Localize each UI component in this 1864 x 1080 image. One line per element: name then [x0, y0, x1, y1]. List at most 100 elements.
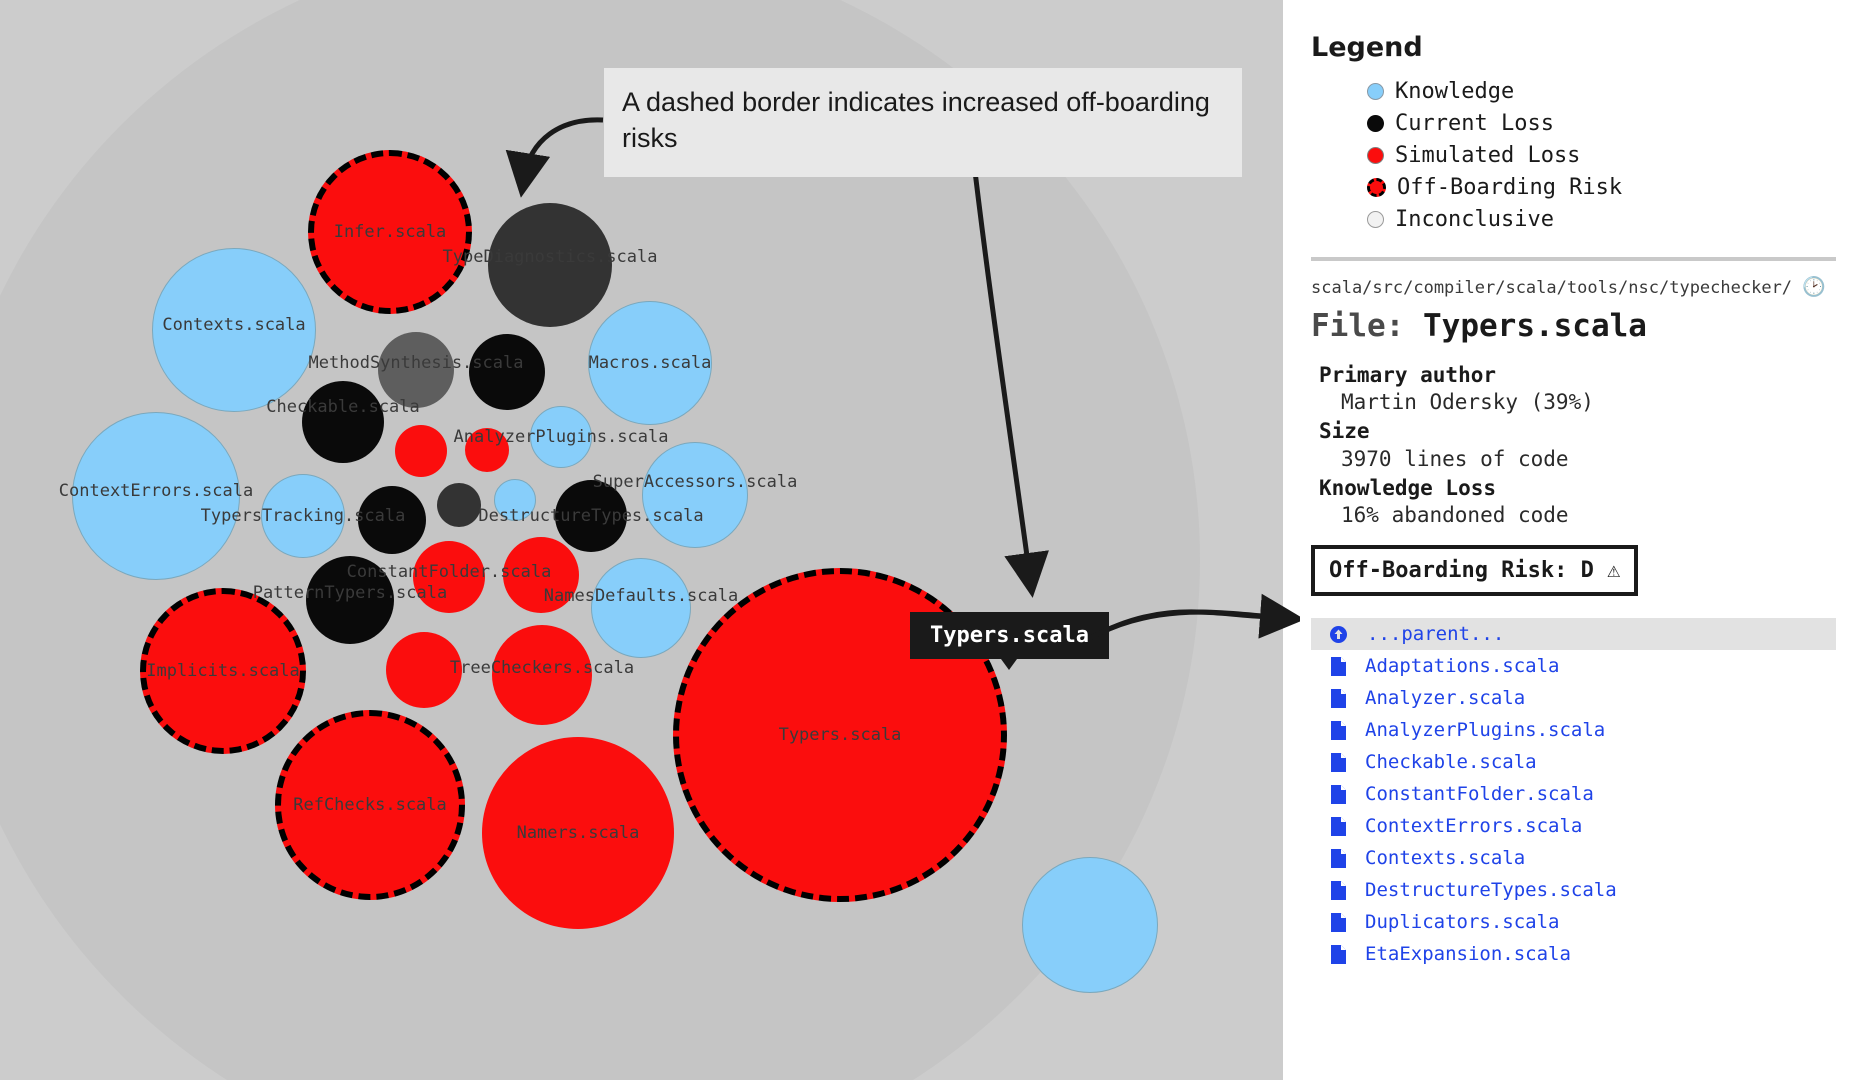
breadcrumb-path[interactable]: scala/src/compiler/scala/tools/nsc/typec… — [1311, 275, 1836, 300]
file-list-item-label: Contexts.scala — [1365, 847, 1526, 870]
file-list-item[interactable]: Contexts.scala — [1311, 842, 1836, 874]
bubble-unlabeled-27[interactable] — [1022, 857, 1158, 993]
bubble-treecheckers-scala[interactable] — [492, 625, 592, 725]
file-list-item[interactable]: Analyzer.scala — [1311, 682, 1836, 714]
risk-swatch-icon — [1367, 177, 1386, 197]
bubble-namers-scala[interactable] — [482, 737, 674, 929]
arrow-to-risk-box — [1091, 609, 1271, 640]
file-list-item[interactable]: Checkable.scala — [1311, 746, 1836, 778]
bubble-chart-canvas[interactable]: Infer.scala TypeDiagnostics.scala Contexts… — [0, 0, 1283, 1080]
bubble-contexts-scala[interactable] — [152, 248, 316, 412]
file-list-item[interactable]: AnalyzerPlugins.scala — [1311, 714, 1836, 746]
document-icon — [1325, 688, 1351, 708]
document-icon — [1325, 848, 1351, 868]
bubble-contexterrors-scala[interactable] — [72, 412, 240, 580]
app-root: Infer.scala TypeDiagnostics.scala Contexts… — [0, 0, 1864, 1080]
details-panel: Legend Knowledge Current Loss Simulated Lo… — [1283, 0, 1864, 1080]
legend-item-label: Inconclusive — [1395, 206, 1554, 232]
document-icon — [1325, 912, 1351, 932]
stat-value: Martin Odersky (39%) — [1341, 389, 1594, 414]
file-list-parent-row[interactable]: ...parent... — [1311, 618, 1836, 651]
stat-key: Size — [1319, 419, 1370, 444]
legend-item-label: Off-Boarding Risk — [1397, 174, 1623, 200]
file-list-parent-label: ...parent... — [1367, 623, 1505, 646]
file-list-item[interactable]: Adaptations.scala — [1311, 650, 1836, 682]
annotation-callout: A dashed border indicates increased off-… — [604, 68, 1242, 177]
file-list-item[interactable]: ConstantFolder.scala — [1311, 778, 1836, 810]
file-list-item-label: Adaptations.scala — [1365, 655, 1560, 678]
document-icon — [1325, 720, 1351, 740]
up-arrow-icon — [1325, 625, 1351, 643]
warning-icon: ⚠ — [1607, 558, 1621, 584]
bubble-implicits-scala[interactable] — [140, 588, 306, 754]
bubble-unlabeled-12[interactable] — [358, 486, 426, 554]
bubble-typediagnostics-scala[interactable] — [488, 203, 612, 327]
bubble-unlabeled-9[interactable] — [395, 425, 447, 477]
arrow-to-infer — [505, 117, 604, 198]
legend-list: Knowledge Current Loss Simulated Loss Off-B… — [1311, 75, 1836, 235]
legend-item-risk[interactable]: Off-Boarding Risk — [1367, 171, 1836, 203]
bubble-unlabeled-13[interactable] — [437, 483, 481, 527]
file-list-item-label: Checkable.scala — [1365, 751, 1537, 774]
file-name: Typers.scala — [1423, 307, 1647, 344]
file-list-item[interactable]: DestructureTypes.scala — [1311, 874, 1836, 906]
bubble-methodsynthesis-scala[interactable] — [378, 332, 454, 408]
sim-swatch-icon — [1367, 146, 1384, 164]
status-badge: Off-Boarding Risk: D ⚠ — [1311, 545, 1639, 597]
document-icon — [1325, 816, 1351, 836]
legend-item-label: Knowledge — [1395, 78, 1515, 104]
document-icon — [1325, 752, 1351, 772]
bubble-destructuretypes-scala[interactable] — [555, 480, 627, 552]
stat-key: Primary author — [1319, 362, 1497, 387]
stat-value: 16% abandoned code — [1341, 503, 1569, 528]
document-icon — [1325, 784, 1351, 804]
panel-divider — [1311, 257, 1836, 261]
arrow-to-typers-tooltip — [969, 145, 1049, 598]
inconclusive-swatch-icon — [1367, 210, 1384, 228]
bubble-unlabeled-10[interactable] — [465, 428, 509, 472]
bubble-unlabeled-22[interactable] — [386, 632, 462, 708]
risk-label: Off-Boarding Risk: D — [1329, 558, 1594, 584]
file-list-item-label: DestructureTypes.scala — [1365, 879, 1617, 902]
page-title: File: Typers.scala — [1311, 308, 1836, 344]
legend-item-label: Current Loss — [1395, 110, 1554, 136]
loss-swatch-icon — [1367, 114, 1384, 132]
file-list-item-label: ConstantFolder.scala — [1365, 783, 1594, 806]
file-list-item-label: Duplicators.scala — [1365, 911, 1560, 934]
bubble-tooltip: Typers.scala — [910, 612, 1109, 670]
document-icon — [1325, 880, 1351, 900]
bubble-patterntypers-scala[interactable] — [306, 556, 394, 644]
file-list-item[interactable]: EtaExpansion.scala — [1311, 938, 1836, 970]
file-stats: Primary author Martin Odersky (39%) Size 39… — [1311, 362, 1836, 530]
bubble-refchecks-scala[interactable] — [275, 710, 465, 900]
bubble-namesdefaults-scala[interactable] — [591, 558, 691, 658]
bubble-infer-scala[interactable] — [308, 150, 472, 314]
file-list-item-label: ContextErrors.scala — [1365, 815, 1583, 838]
legend-item-inconclusive[interactable]: Inconclusive — [1367, 203, 1836, 235]
stat-key: Knowledge Loss — [1319, 475, 1497, 500]
bubble-tooltip-label: Typers.scala — [930, 623, 1089, 648]
bubble-unlabeled-6[interactable] — [469, 334, 545, 410]
bubble-checkable-scala[interactable] — [302, 381, 384, 463]
file-list[interactable]: ...parent... Adaptations.scala Analyzer.sc… — [1311, 618, 1836, 970]
bubble-analyzerplugins-scala[interactable] — [530, 406, 592, 468]
legend-title: Legend — [1311, 32, 1423, 63]
document-icon — [1325, 656, 1351, 676]
bubble-superaccessors-scala[interactable] — [642, 442, 748, 548]
bubble-typerstracking-scala[interactable] — [261, 474, 345, 558]
legend-item-knowledge[interactable]: Knowledge — [1367, 75, 1836, 107]
bubble-unlabeled-18[interactable] — [503, 537, 579, 613]
file-list-item-label: EtaExpansion.scala — [1365, 943, 1571, 966]
bubble-constantfolder-scala[interactable] — [413, 541, 485, 613]
bubble-macros-scala[interactable] — [588, 301, 712, 425]
legend-item-loss[interactable]: Current Loss — [1367, 107, 1836, 139]
stat-value: 3970 lines of code — [1341, 446, 1569, 471]
file-list-item-label: Analyzer.scala — [1365, 687, 1526, 710]
legend-item-sim[interactable]: Simulated Loss — [1367, 139, 1836, 171]
clock-icon[interactable]: 🕑 — [1802, 276, 1826, 298]
bubble-unlabeled-14[interactable] — [494, 479, 536, 521]
file-list-item[interactable]: Duplicators.scala — [1311, 906, 1836, 938]
file-list-item[interactable]: ContextErrors.scala — [1311, 810, 1836, 842]
breadcrumb-path-text: scala/src/compiler/scala/tools/nsc/typec… — [1311, 278, 1793, 298]
file-label: File: — [1311, 307, 1405, 344]
